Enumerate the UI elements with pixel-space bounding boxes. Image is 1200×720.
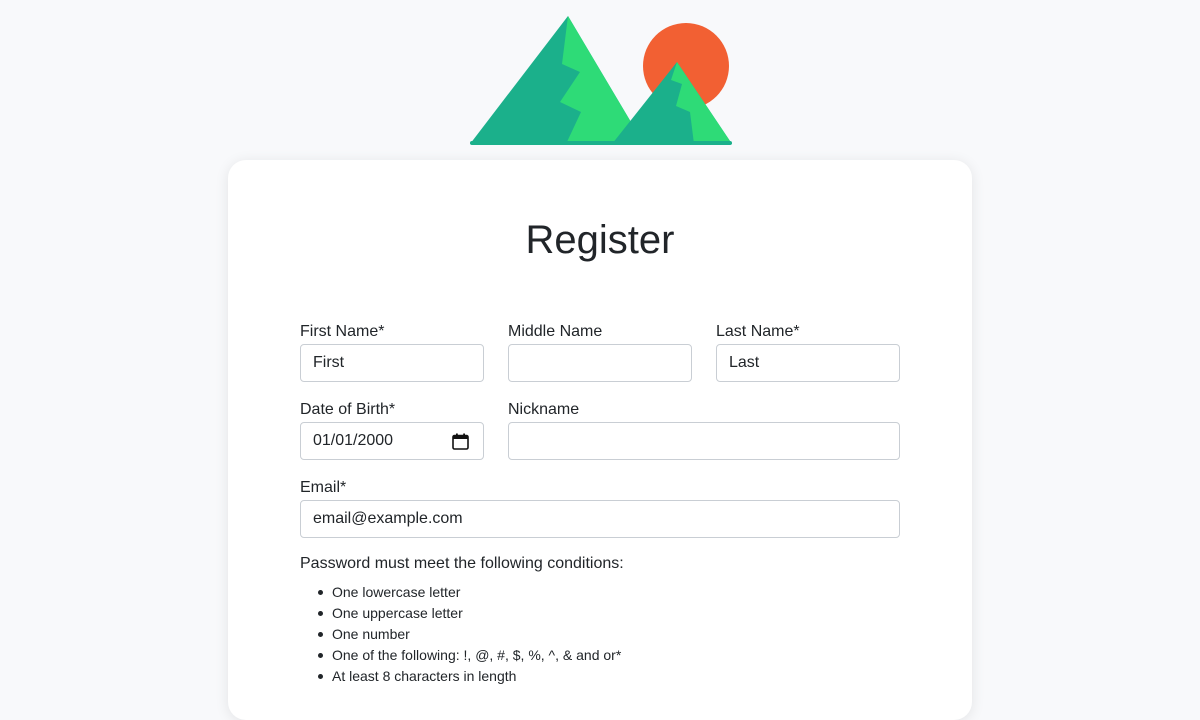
logo-base	[470, 141, 732, 145]
password-rule-item: One of the following: !, @, #, $, %, ^, …	[314, 645, 621, 666]
date-of-birth-input[interactable]: 01/01/2000	[300, 422, 484, 460]
password-rule-item: One number	[314, 624, 621, 645]
middle-name-label: Middle Name	[508, 323, 603, 340]
password-rule-text: One uppercase letter	[332, 605, 463, 621]
first-name-label: First Name*	[300, 323, 385, 340]
bullet-icon	[318, 590, 323, 595]
nickname-input[interactable]	[508, 422, 900, 460]
password-rule-text: One of the following: !, @, #, $, %, ^, …	[332, 647, 622, 663]
date-of-birth-label: Date of Birth*	[300, 401, 396, 418]
nickname-label: Nickname	[508, 401, 580, 418]
email-input[interactable]: email@example.com	[300, 500, 900, 538]
first-name-input[interactable]: First	[300, 344, 484, 382]
password-rule-item: One uppercase letter	[314, 603, 621, 624]
date-of-birth-group: Date of Birth* 01/01/2000	[300, 400, 484, 460]
page-title: Register	[525, 218, 675, 262]
email-group: Email* email@example.com	[300, 478, 900, 538]
last-name-input[interactable]: Last	[716, 344, 900, 382]
calendar-icon[interactable]	[452, 433, 469, 450]
middle-name-group: Middle Name	[508, 322, 692, 382]
last-name-label: Last Name*	[716, 323, 800, 340]
password-rule-item: One lowercase letter	[314, 582, 621, 603]
nickname-group: Nickname	[508, 400, 900, 460]
mountains-sun-logo	[470, 16, 732, 145]
bullet-icon	[318, 653, 323, 658]
password-rules-heading: Password must meet the following conditi…	[300, 555, 624, 572]
bullet-icon	[318, 632, 323, 637]
password-rule-text: One number	[332, 626, 410, 642]
email-label: Email*	[300, 479, 347, 496]
first-name-group: First Name* First	[300, 322, 484, 382]
password-rule-text: At least 8 characters in length	[332, 668, 517, 684]
last-name-group: Last Name* Last	[716, 322, 900, 382]
middle-name-input[interactable]	[508, 344, 692, 382]
bullet-icon	[318, 611, 323, 616]
date-of-birth-value: 01/01/2000	[313, 432, 394, 449]
password-rule-item: At least 8 characters in length	[314, 666, 621, 687]
password-rule-text: One lowercase letter	[332, 584, 461, 600]
password-rules-list: One lowercase letter One uppercase lette…	[314, 582, 621, 687]
